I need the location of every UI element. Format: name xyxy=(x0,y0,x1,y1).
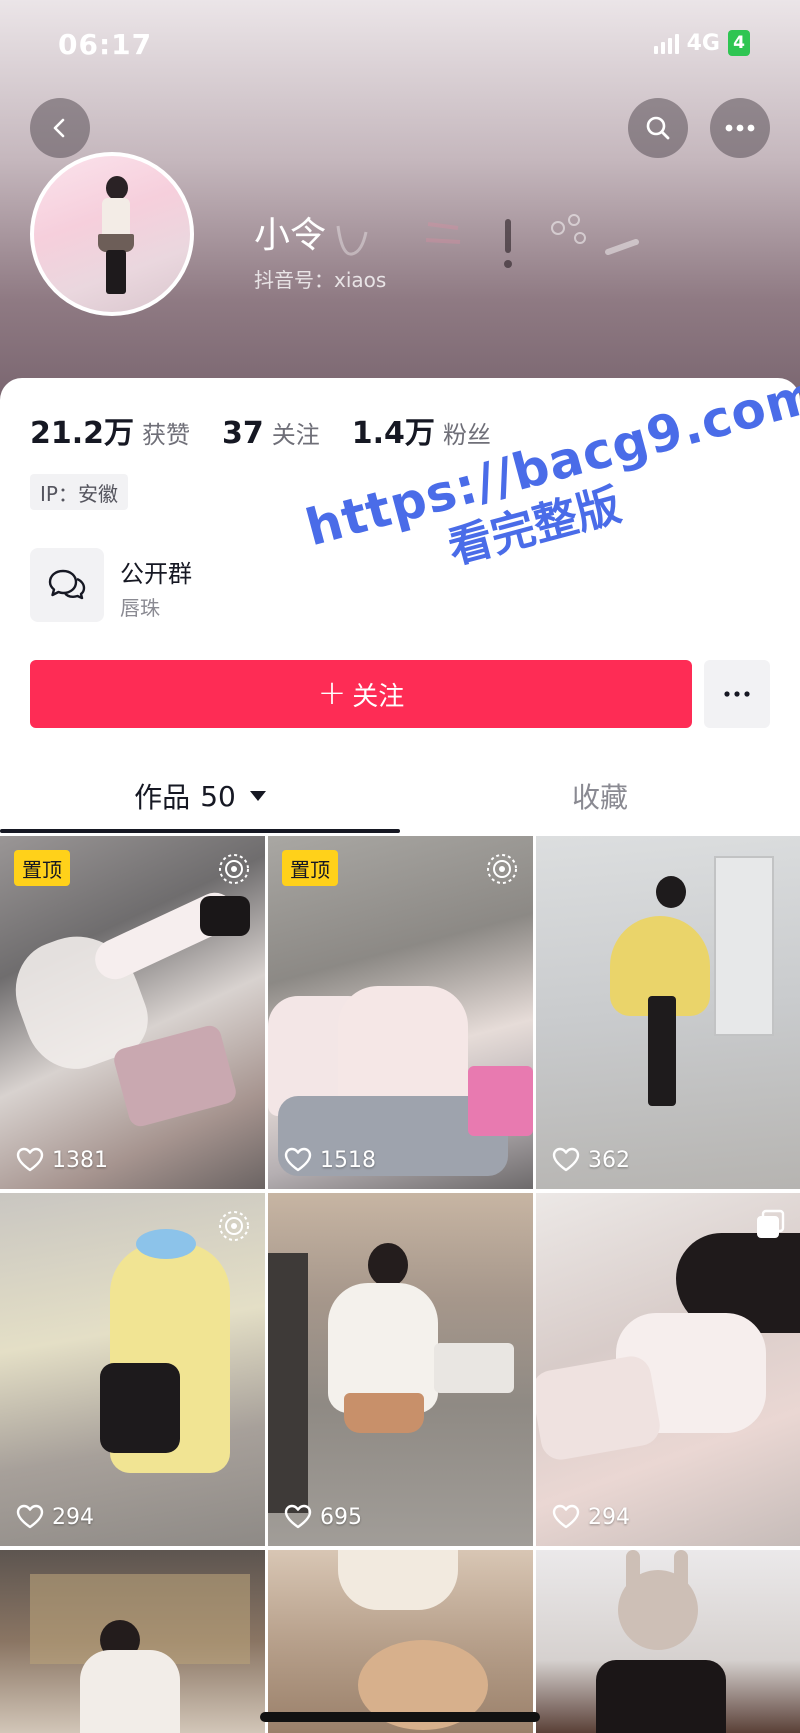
heart-icon xyxy=(552,1504,580,1529)
live-icon xyxy=(219,1211,249,1241)
stat-number: 1.4万 xyxy=(351,416,435,451)
live-icon xyxy=(487,854,517,884)
tab-active-indicator xyxy=(0,829,400,833)
doodle-decoration xyxy=(336,214,639,268)
pinned-badge: 置顶 xyxy=(14,850,70,886)
multi-image-icon xyxy=(757,1209,785,1238)
battery-icon: 4 xyxy=(728,30,750,56)
like-count: 695 xyxy=(284,1504,362,1530)
chat-group-icon xyxy=(48,569,86,600)
tab-works-count: 50 xyxy=(200,779,236,813)
video-thumbnail[interactable] xyxy=(0,1550,265,1733)
back-button[interactable] xyxy=(30,98,90,158)
heart-icon xyxy=(552,1147,580,1172)
video-grid: 置顶 1381 置顶 1518 362 294 695 294 xyxy=(0,836,800,1733)
ip-location-badge: IP：安徽 xyxy=(30,474,128,510)
video-thumbnail[interactable]: 置顶 1518 xyxy=(268,836,533,1189)
home-indicator[interactable] xyxy=(260,1712,540,1722)
more-icon xyxy=(724,691,750,697)
video-thumbnail[interactable]: 294 xyxy=(536,1193,800,1546)
stat-likes-received[interactable]: 21.2万 获赞 xyxy=(30,408,190,452)
tab-works[interactable]: 作品 50 xyxy=(0,763,400,829)
follow-plus-icon: + xyxy=(317,672,347,713)
stat-followers[interactable]: 1.4万 粉丝 xyxy=(352,408,491,452)
caret-down-icon[interactable] xyxy=(249,791,266,801)
content-tabs: 作品 50 收藏 xyxy=(0,763,800,833)
avatar[interactable] xyxy=(30,152,194,316)
stat-following[interactable]: 37 关注 xyxy=(222,415,320,451)
video-thumbnail[interactable] xyxy=(268,1550,533,1733)
group-icon-box xyxy=(30,548,104,622)
video-thumbnail[interactable]: 362 xyxy=(536,836,800,1189)
status-time: 06:17 xyxy=(58,28,153,61)
search-icon xyxy=(646,116,670,140)
tab-works-label: 作品 xyxy=(134,781,191,814)
like-count-value: 362 xyxy=(588,1147,630,1173)
more-icon xyxy=(725,124,755,132)
stat-number: 37 xyxy=(222,416,264,451)
like-count: 1518 xyxy=(284,1147,376,1173)
video-thumbnail[interactable]: 294 xyxy=(0,1193,265,1546)
like-count: 1381 xyxy=(16,1147,108,1173)
more-button[interactable] xyxy=(710,98,770,158)
pinned-badge: 置顶 xyxy=(282,850,338,886)
follow-button[interactable]: + 关注 xyxy=(30,660,692,728)
heart-icon xyxy=(16,1504,44,1529)
profile-card: 21.2万 获赞 37 关注 1.4万 粉丝 IP：安徽 公开群 唇珠 + 关注 xyxy=(0,378,800,833)
search-button[interactable] xyxy=(628,98,688,158)
back-icon xyxy=(53,118,65,138)
stats-row: 21.2万 获赞 37 关注 1.4万 粉丝 xyxy=(30,408,523,452)
like-count-value: 294 xyxy=(588,1504,630,1530)
avatar-figure xyxy=(98,176,134,296)
tab-favorites-label: 收藏 xyxy=(571,781,628,814)
signal-icon xyxy=(653,32,679,54)
status-indicators: 4G 4 xyxy=(653,30,750,56)
network-label: 4G xyxy=(686,30,720,56)
like-count: 294 xyxy=(16,1504,94,1530)
video-thumbnail[interactable]: 置顶 1381 xyxy=(0,836,265,1189)
group-subtitle: 唇珠 xyxy=(120,596,160,620)
like-count-value: 1518 xyxy=(320,1147,376,1173)
stat-number: 21.2万 xyxy=(30,416,135,451)
like-count: 362 xyxy=(552,1147,630,1173)
video-thumbnail[interactable]: 695 xyxy=(268,1193,533,1546)
like-count: 294 xyxy=(552,1504,630,1530)
stat-label: 获赞 xyxy=(142,421,191,449)
stat-label: 关注 xyxy=(271,421,320,449)
heart-icon xyxy=(16,1147,44,1172)
profile-header: 06:17 4G 4 小令 抖音号：xiaos xyxy=(0,0,800,400)
heart-icon xyxy=(284,1147,312,1172)
status-bar: 06:17 4G 4 xyxy=(0,24,800,64)
follow-more-button[interactable] xyxy=(704,660,770,728)
stat-label: 粉丝 xyxy=(442,421,491,449)
heart-icon xyxy=(284,1504,312,1529)
like-count-value: 1381 xyxy=(52,1147,108,1173)
like-count-value: 695 xyxy=(320,1504,362,1530)
tab-favorites[interactable]: 收藏 xyxy=(400,763,800,829)
public-group-entry[interactable]: 公开群 唇珠 xyxy=(30,548,430,622)
follow-label: 关注 xyxy=(352,681,405,712)
live-icon xyxy=(219,854,249,884)
username: 小令 xyxy=(254,215,327,256)
like-count-value: 294 xyxy=(52,1504,94,1530)
group-title: 公开群 xyxy=(120,560,192,588)
video-thumbnail[interactable] xyxy=(536,1550,800,1733)
